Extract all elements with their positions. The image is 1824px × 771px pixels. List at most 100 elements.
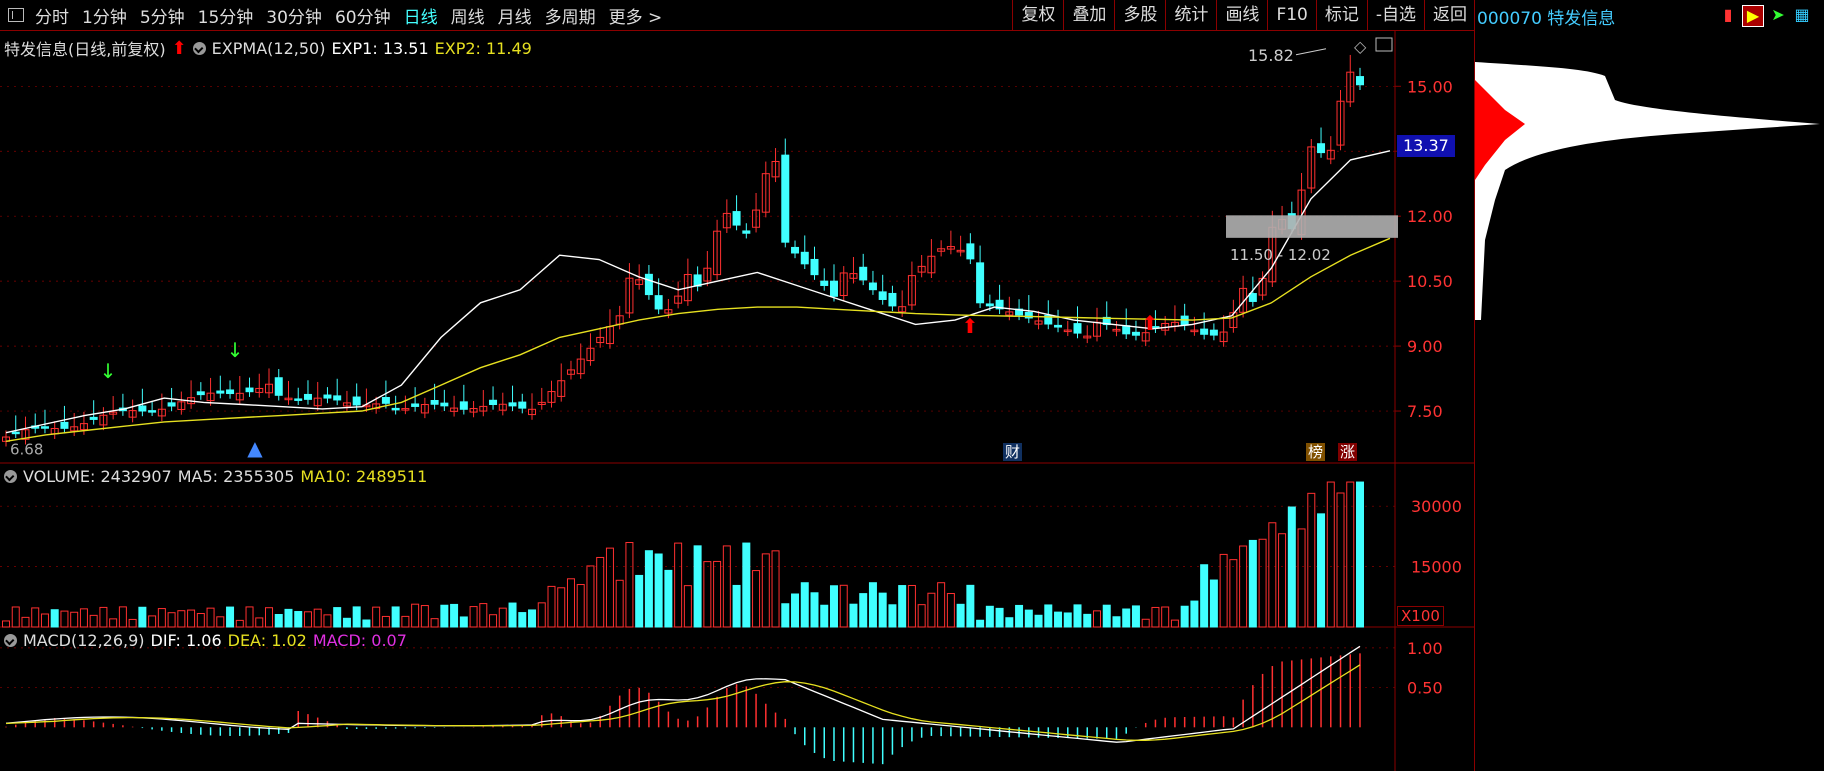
- current-price-tag: 13.37: [1397, 135, 1455, 157]
- volume-bar-54: [528, 609, 537, 628]
- volume-bar-26: [255, 617, 264, 628]
- candle-body-25: [245, 387, 254, 393]
- volume-bar-68: [664, 569, 673, 628]
- volume-bar-63: [615, 579, 624, 628]
- price-legend: 特发信息(日线,前复权) ⬆ EXPMA(12,50) EXP1: 13.51 …: [4, 36, 532, 60]
- candle-body-36: [352, 396, 361, 406]
- volume-bar-82: [800, 582, 809, 628]
- volume-bar-9: [89, 614, 98, 628]
- volume-bar-22: [216, 616, 225, 628]
- volume-options-icon[interactable]: [4, 470, 17, 483]
- chip-white-area: [1475, 62, 1820, 320]
- volume-bar-99: [966, 584, 975, 628]
- volume-bar-3: [31, 607, 40, 628]
- ma5-value: MA5: 2355305: [177, 467, 295, 486]
- candle-body-1: [11, 431, 20, 435]
- volume-bar-139: [1356, 481, 1364, 628]
- volume-bar-112: [1092, 610, 1101, 628]
- candle-body-135: [1317, 143, 1326, 154]
- volume-bar-56: [547, 585, 556, 628]
- signal-arrow-icon-0: ↓: [100, 359, 117, 383]
- ranking-badge[interactable]: 榜: [1306, 443, 1326, 461]
- candle-body-30: [294, 398, 303, 401]
- volume-bar-119: [1161, 606, 1170, 628]
- volume-bar-85: [829, 585, 838, 628]
- volume-bar-134: [1307, 492, 1316, 628]
- volume-bar-116: [1131, 605, 1140, 628]
- candle-body-52: [508, 402, 517, 407]
- volume-value: VOLUME: 2432907: [23, 467, 172, 486]
- candle-body-81: [791, 246, 800, 254]
- candle-body-44: [430, 399, 439, 405]
- volume-bar-107: [1044, 604, 1053, 628]
- macd-name: MACD(12,26,9): [23, 631, 145, 650]
- financial-report-badge[interactable]: 财: [1003, 443, 1023, 461]
- volume-bar-130: [1268, 522, 1277, 628]
- volume-bar-13: [128, 618, 137, 628]
- volume-bar-37: [362, 619, 371, 628]
- volume-bar-128: [1248, 539, 1257, 628]
- volume-bar-23: [226, 606, 235, 628]
- candle-body-34: [333, 395, 342, 401]
- up-arrow-icon: ⬆: [171, 37, 187, 59]
- volume-bar-18: [177, 610, 186, 628]
- candle-body-110: [1073, 323, 1082, 334]
- price-tick-5: 7.50: [1407, 402, 1443, 421]
- volume-bar-69: [674, 542, 683, 628]
- volume-bar-124: [1209, 579, 1218, 628]
- candle-body-84: [820, 280, 829, 286]
- macd-options-icon[interactable]: [4, 634, 17, 647]
- candle-body-80: [781, 154, 790, 243]
- volume-bar-15: [148, 615, 157, 628]
- volume-bar-133: [1297, 528, 1306, 628]
- candle-body-88: [859, 266, 868, 281]
- volume-bar-61: [596, 556, 605, 628]
- volume-tick-0: 30000: [1411, 497, 1462, 516]
- volume-bar-24: [235, 619, 244, 628]
- candle-body-75: [732, 211, 741, 226]
- volume-bar-111: [1083, 613, 1092, 628]
- expma-options-icon[interactable]: [192, 41, 206, 55]
- volume-bar-121: [1180, 605, 1189, 628]
- candle-body-9: [89, 416, 98, 420]
- candle-body-17: [167, 402, 176, 407]
- volume-bar-108: [1054, 611, 1063, 628]
- volume-bar-135: [1317, 513, 1326, 628]
- volume-bar-59: [576, 584, 585, 628]
- expma-line-exp1: [5, 150, 1391, 434]
- volume-bar-77: [752, 570, 761, 628]
- macd-dif-line: [5, 645, 1361, 743]
- volume-bar-44: [430, 618, 439, 628]
- candle-body-14: [138, 405, 147, 412]
- signal-arrow-icon-4: ▲: [247, 436, 263, 460]
- macd-dea-line: [5, 664, 1361, 741]
- volume-bar-16: [157, 608, 166, 628]
- volume-bar-66: [644, 550, 653, 628]
- volume-bar-42: [411, 603, 420, 628]
- candle-body-23: [226, 389, 235, 395]
- volume-legend: VOLUME: 2432907 MA5: 2355305 MA10: 24895…: [4, 467, 427, 486]
- candle-body-45: [440, 402, 449, 407]
- candle-body-100: [976, 262, 985, 304]
- volume-bar-74: [722, 545, 731, 628]
- volume-bar-48: [469, 606, 478, 628]
- limit-up-badge[interactable]: 涨: [1338, 443, 1358, 461]
- volume-bar-27: [265, 607, 274, 628]
- price-tick-0: 15.00: [1407, 77, 1453, 96]
- kline-chart[interactable]: 15.0013.5012.0010.509.007.5011.50 - 12.0…: [0, 0, 1474, 771]
- signal-arrow-icon-2: ⬆: [962, 314, 979, 338]
- candle-body-42: [411, 403, 420, 407]
- candle-body-76: [742, 230, 751, 234]
- volume-bar-113: [1102, 604, 1111, 628]
- volume-bar-115: [1122, 608, 1131, 628]
- dea-value: DEA: 1.02: [227, 631, 307, 650]
- volume-bar-31: [303, 611, 312, 628]
- volume-bar-101: [985, 605, 994, 628]
- ma10-value: MA10: 2489511: [300, 467, 428, 486]
- low-price-label: 6.68: [10, 441, 43, 459]
- expma-name: EXPMA(12,50): [211, 38, 326, 58]
- volume-bar-110: [1073, 604, 1082, 628]
- volume-bar-41: [401, 615, 410, 628]
- volume-bar-19: [187, 609, 196, 628]
- volume-bar-2: [21, 616, 30, 628]
